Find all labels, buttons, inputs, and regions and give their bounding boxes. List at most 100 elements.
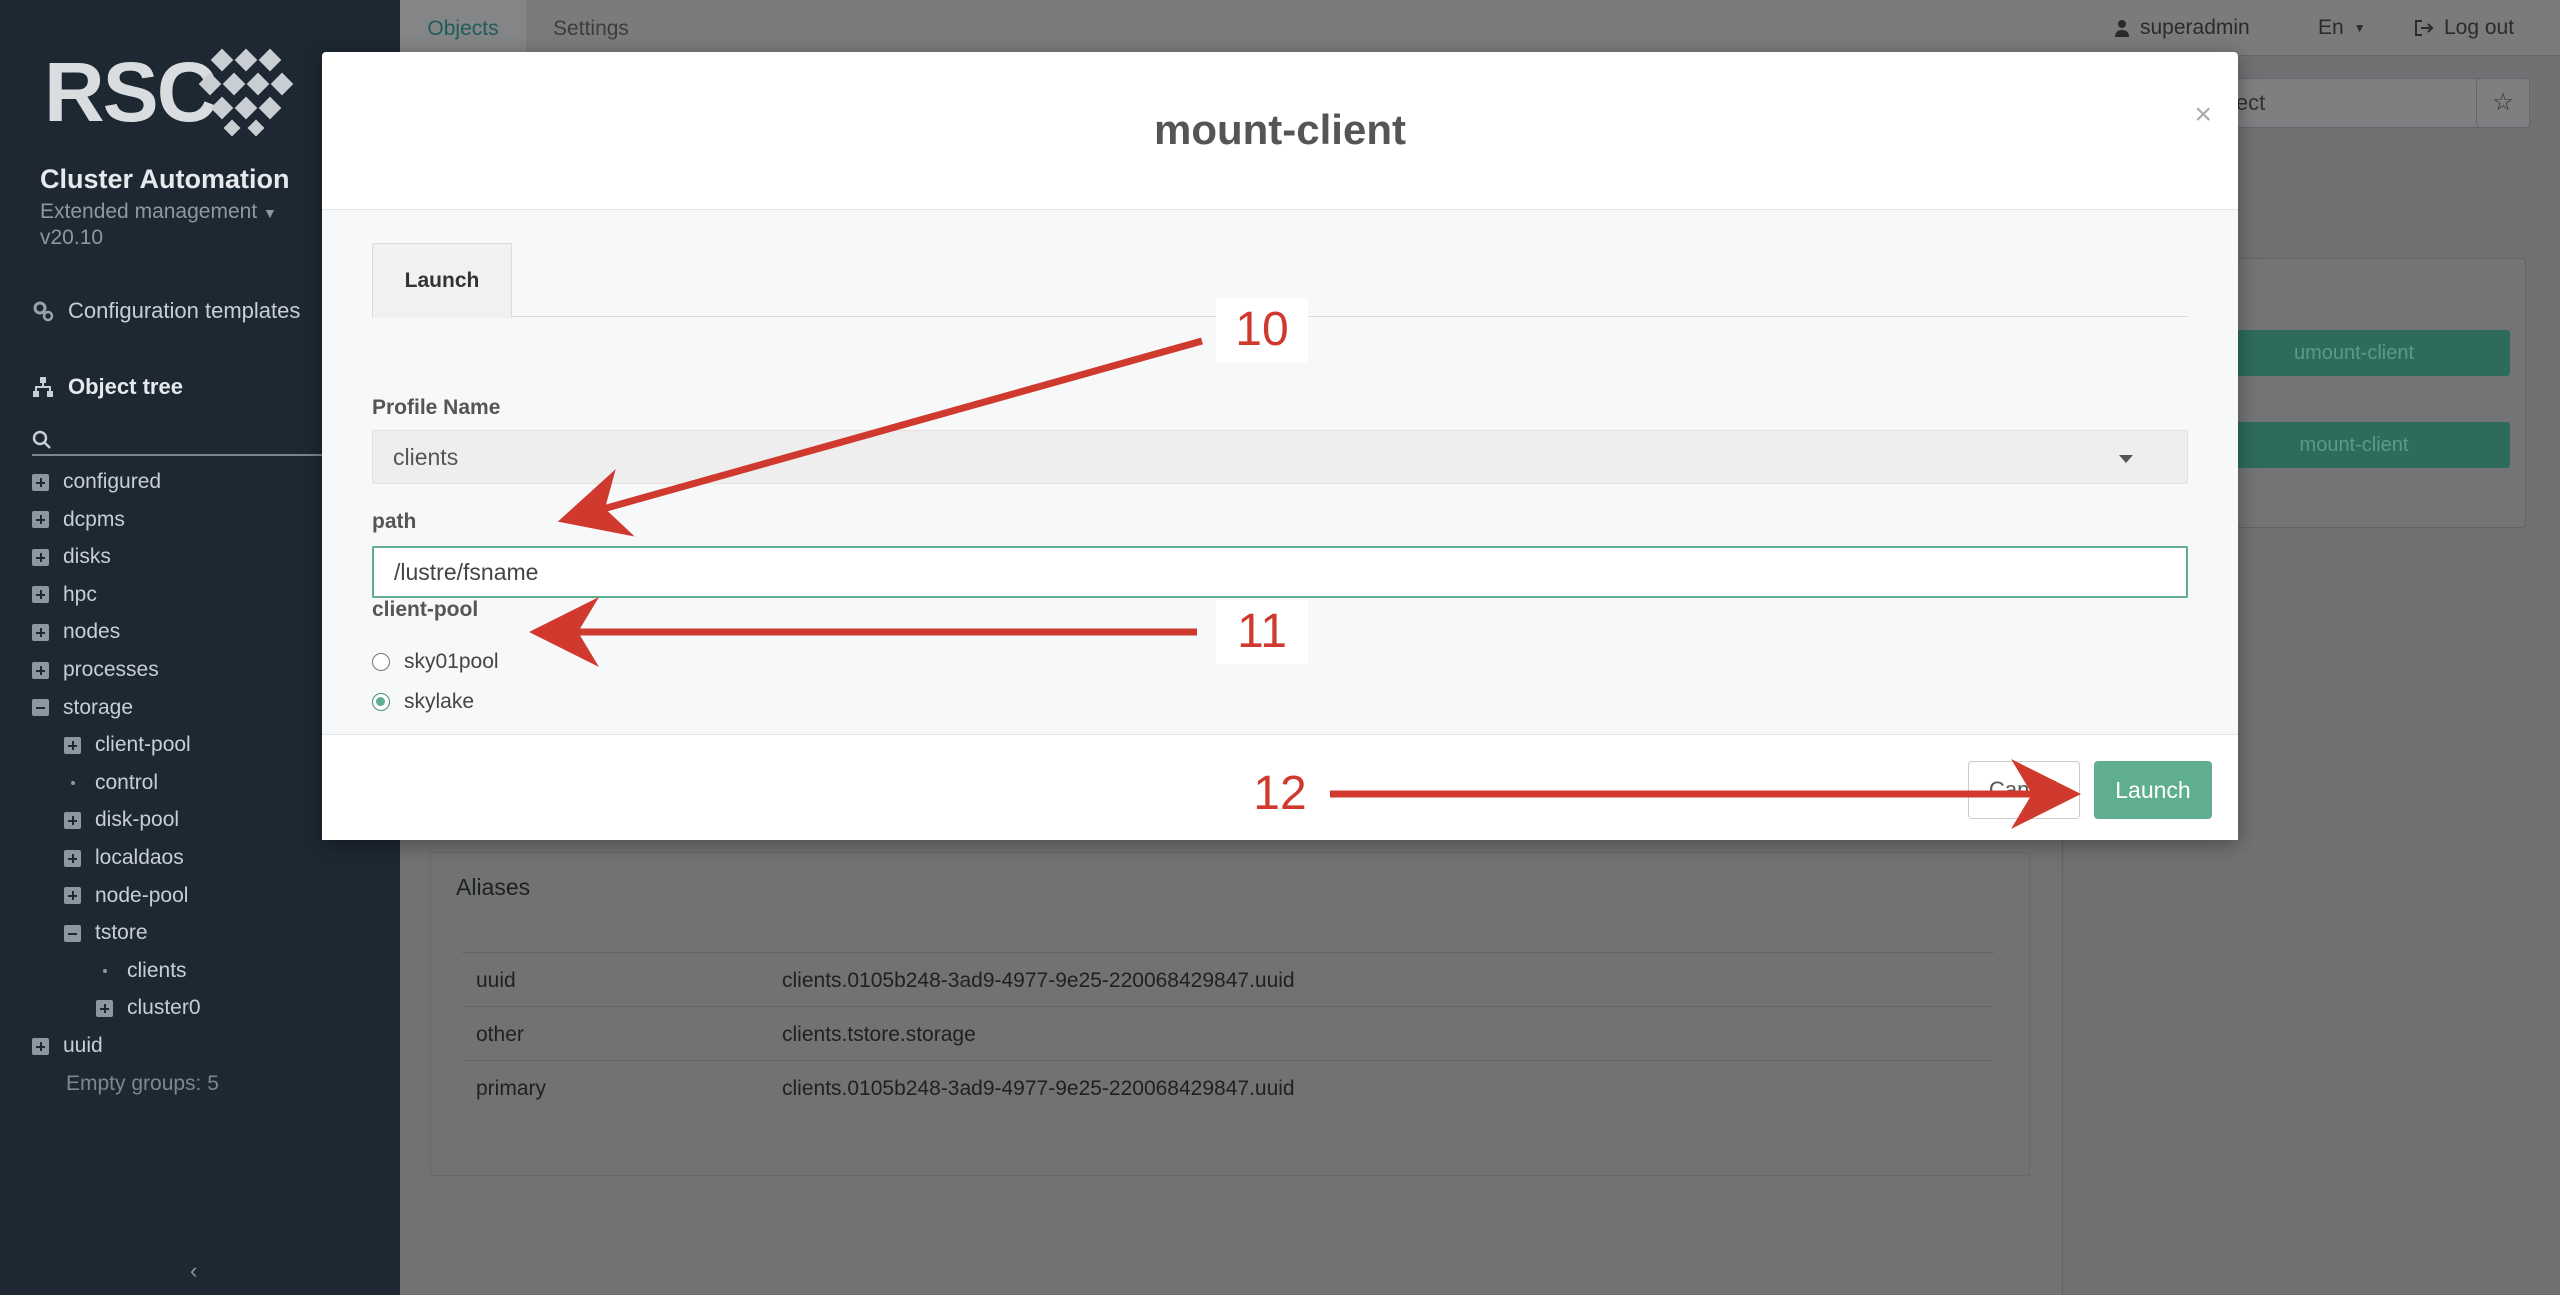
profile-name-value: clients — [393, 444, 459, 470]
tree-item-label: disk-pool — [95, 808, 180, 832]
profile-name-label: Profile Name — [372, 396, 501, 419]
radio-sky01pool[interactable]: sky01pool — [372, 650, 499, 674]
radio-skylake[interactable]: skylake — [372, 690, 474, 714]
tree-item-label: nodes — [63, 620, 121, 644]
tree-item[interactable]: processes — [32, 658, 159, 682]
collapse-sidebar-icon[interactable]: ‹ — [190, 1258, 197, 1284]
client-pool-label: client-pool — [372, 598, 479, 621]
cancel-button[interactable]: Cancel — [1968, 761, 2080, 819]
expand-icon[interactable] — [32, 661, 49, 679]
tree-item[interactable]: configured — [32, 470, 161, 494]
expand-icon[interactable] — [32, 1037, 49, 1055]
favorite-star-icon[interactable]: ☆ — [2476, 78, 2530, 128]
collapse-icon[interactable] — [32, 699, 49, 717]
tree-item[interactable]: hpc — [32, 583, 97, 607]
aliases-title: Aliases — [456, 874, 531, 900]
expand-icon[interactable] — [32, 511, 49, 529]
tab-launch[interactable]: Launch — [372, 243, 512, 318]
tree-item[interactable]: uuid — [32, 1034, 103, 1058]
tree-item-label: configured — [63, 470, 162, 493]
close-icon[interactable]: × — [2194, 98, 2212, 132]
tree-item[interactable]: dcpms — [32, 508, 125, 532]
tree-item-label: control — [95, 770, 159, 794]
umount-client-button[interactable]: umount-client — [2198, 330, 2510, 376]
user-menu[interactable]: superadmin — [2114, 0, 2250, 56]
tree-item-label: client-pool — [95, 733, 191, 757]
modal-header: mount-client × — [322, 52, 2238, 210]
app-version: v20.10 — [40, 226, 104, 249]
alias-value: clients.tstore.storage — [782, 1023, 976, 1046]
expand-icon[interactable] — [64, 736, 81, 754]
tree-item-label: processes — [63, 658, 159, 681]
tree-item[interactable]: cluster0 — [96, 996, 201, 1020]
gears-icon — [33, 301, 54, 322]
mount-client-button[interactable]: mount-client — [2198, 422, 2510, 468]
tree-item[interactable]: client-pool — [64, 733, 191, 757]
expand-icon[interactable] — [64, 849, 81, 867]
rsc-logo: RSC — [44, 44, 344, 140]
expand-icon[interactable] — [64, 887, 81, 905]
tree-item-label: tstore — [95, 921, 148, 945]
annotation-number-12: 12 — [1253, 767, 1307, 820]
caret-down-icon: ▼ — [2353, 21, 2366, 35]
app-subtitle-dropdown[interactable]: Extended management ▼ — [40, 200, 277, 224]
tree-item[interactable]: node-pool — [64, 884, 188, 908]
tree-item[interactable]: clients — [96, 959, 187, 983]
logout-icon — [2415, 20, 2434, 36]
tree-item[interactable]: disk-pool — [64, 808, 179, 832]
mount-client-modal: mount-client × Launch Profile Name clien… — [322, 52, 2238, 840]
alias-value: clients.0105b248-3ad9-4977-9e25-22006842… — [782, 1077, 1295, 1100]
alias-row: primary clients.0105b248-3ad9-4977-9e25-… — [462, 1060, 1994, 1114]
tree-item[interactable]: localdaos — [64, 846, 184, 870]
tree-item[interactable]: disks — [32, 545, 111, 569]
collapse-icon[interactable] — [64, 924, 81, 942]
expand-icon[interactable] — [32, 623, 49, 641]
tree-item[interactable]: tstore — [64, 921, 148, 945]
radio-label: skylake — [404, 690, 475, 713]
tree-item[interactable]: storage — [32, 696, 133, 720]
tree-item-label: uuid — [63, 1034, 103, 1057]
caret-down-icon — [2119, 455, 2133, 463]
expand-icon[interactable] — [64, 811, 81, 829]
path-input[interactable] — [372, 546, 2188, 598]
object-tree-link[interactable]: Object tree — [32, 374, 183, 400]
tree-item: Empty groups: 5 — [66, 1072, 219, 1096]
radio-button[interactable] — [372, 693, 390, 711]
radio-label: sky01pool — [404, 650, 499, 673]
radio-button[interactable] — [372, 653, 390, 671]
tree-item-label: dcpms — [63, 507, 125, 531]
tab-objects[interactable]: Objects — [400, 0, 526, 56]
alias-row: uuid clients.0105b248-3ad9-4977-9e25-220… — [462, 952, 1994, 1006]
tree-item-label: Empty groups: 5 — [66, 1071, 219, 1095]
expand-icon[interactable] — [96, 999, 113, 1017]
annotation-number-11: 11 — [1216, 600, 1308, 664]
tree-item-label: clients — [127, 958, 187, 982]
user-name: superadmin — [2140, 16, 2250, 39]
caret-down-icon: ▼ — [263, 205, 277, 221]
path-label: path — [372, 510, 417, 533]
object-tree-label: Object tree — [68, 374, 183, 399]
tab-settings[interactable]: Settings — [526, 0, 656, 56]
launch-button[interactable]: Launch — [2094, 761, 2212, 819]
expand-icon[interactable] — [32, 586, 49, 604]
alias-value: clients.0105b248-3ad9-4977-9e25-22006842… — [782, 969, 1295, 992]
sitemap-icon — [33, 377, 53, 397]
tree-item-label: storage — [63, 695, 134, 719]
expand-icon[interactable] — [32, 473, 49, 491]
language-menu[interactable]: En ▼ — [2318, 0, 2366, 56]
alias-row: other clients.tstore.storage — [462, 1006, 1994, 1060]
leaf-dot-icon — [64, 774, 81, 791]
alias-key: primary — [476, 1077, 547, 1100]
config-templates-link[interactable]: Configuration templates — [32, 298, 300, 324]
tree-item[interactable]: control — [64, 771, 158, 795]
tree-item-label: hpc — [63, 582, 97, 606]
language-label: En — [2318, 16, 2344, 39]
logout-label: Log out — [2444, 16, 2515, 39]
user-icon — [2115, 20, 2129, 37]
expand-icon[interactable] — [32, 548, 49, 566]
tree-item-label: cluster0 — [127, 996, 201, 1020]
tree-item[interactable]: nodes — [32, 620, 120, 644]
top-bar: Objects Settings superadmin En ▼ Log out — [400, 0, 2560, 56]
profile-name-select[interactable]: clients — [372, 430, 2188, 484]
logout-link[interactable]: Log out — [2414, 0, 2514, 56]
